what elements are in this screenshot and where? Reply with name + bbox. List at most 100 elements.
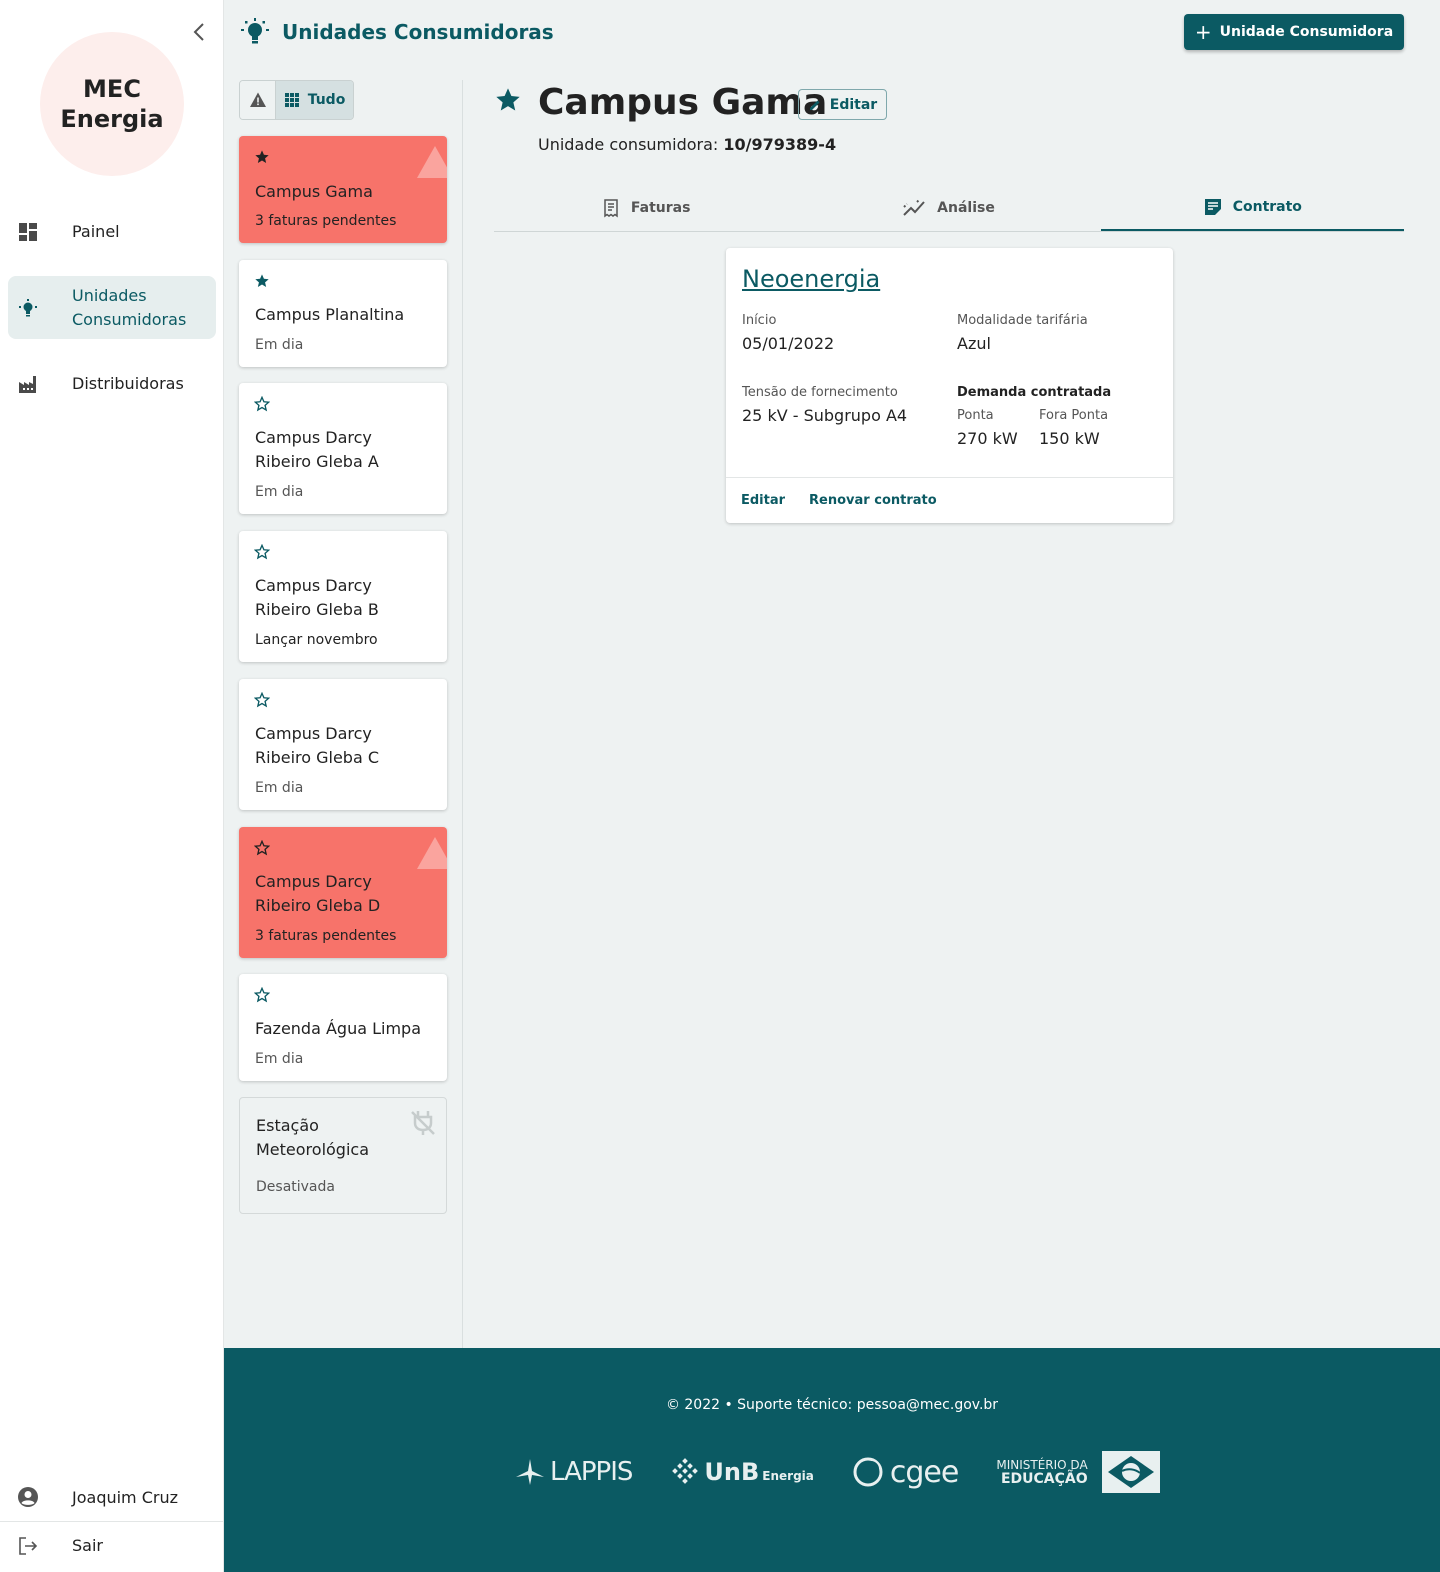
filter-all-label: Tudo	[307, 92, 346, 108]
app-logo: MEC Energia	[40, 32, 184, 176]
unit-card[interactable]: Campus Darcy Ribeiro Gleba D 3 faturas p…	[239, 827, 447, 958]
distributor-link[interactable]: Neoenergia	[742, 265, 880, 293]
unit-status: Em dia	[255, 337, 304, 353]
uc-number: 10/979389-4	[723, 135, 837, 154]
filter-all-button[interactable]: Tudo	[276, 81, 353, 119]
site-footer: © 2022 • Suporte técnico: pessoa@mec.gov…	[224, 1348, 1440, 1572]
lappis-mark-icon	[516, 1459, 544, 1485]
unit-name: Campus Darcy Ribeiro Gleba A	[255, 428, 379, 471]
modality-label: Modalidade tarifária	[957, 313, 1088, 328]
offpeak-value: 150 kW	[1039, 429, 1100, 448]
uc-label: Unidade consumidora:	[538, 135, 719, 154]
unb-text: UnB Energia	[704, 1458, 813, 1486]
edit-unit-button[interactable]: Editar	[798, 89, 887, 120]
star-outline-icon[interactable]	[254, 692, 270, 708]
page-header: Unidades Consumidoras	[240, 16, 554, 48]
warning-icon	[249, 92, 266, 107]
add-consumer-unit-button[interactable]: + Unidade Consumidora	[1184, 14, 1404, 50]
start-value: 05/01/2022	[742, 334, 835, 353]
unit-name: Fazenda Água Limpa	[255, 1019, 422, 1038]
nav-item-unidades-consumidoras[interactable]: Unidades Consumidoras	[8, 276, 216, 339]
star-outline-icon[interactable]	[254, 840, 270, 856]
start-label: Início	[742, 313, 777, 328]
power-off-icon	[408, 1108, 438, 1138]
unb-text-main: UnB	[704, 1458, 760, 1486]
collapse-sidebar-button[interactable]	[188, 20, 212, 44]
tab-analise[interactable]: Análise	[797, 184, 1100, 231]
unit-card[interactable]: Campus Darcy Ribeiro Gleba C Em dia	[239, 679, 447, 810]
tab-contrato-label: Contrato	[1232, 198, 1302, 215]
unit-card-disabled[interactable]: Estação Meteorológica Desativada	[239, 1097, 447, 1214]
renew-contract-button[interactable]: Renovar contrato	[809, 493, 937, 508]
lightbulb-icon	[8, 298, 48, 318]
page-title: Unidades Consumidoras	[282, 20, 554, 44]
add-button-label: Unidade Consumidora	[1219, 24, 1394, 40]
chevron-left-icon	[193, 23, 204, 41]
mec-line-1: MINISTÉRIO DA	[996, 1458, 1088, 1472]
unit-card[interactable]: Fazenda Água Limpa Em dia	[239, 974, 447, 1081]
cgee-mark-icon	[853, 1457, 883, 1487]
unb-text-sub: Energia	[762, 1469, 814, 1483]
logo-line-1: MEC	[83, 75, 141, 103]
star-filled-icon[interactable]	[254, 149, 270, 165]
mec-logo: MINISTÉRIO DA EDUCAÇÃO	[996, 1451, 1160, 1493]
contract-actions: Editar Renovar contrato	[726, 477, 1173, 523]
unit-name: Estação Meteorológica	[256, 1116, 370, 1159]
unit-status: Desativada	[256, 1179, 335, 1195]
tab-faturas[interactable]: Faturas	[494, 184, 797, 231]
factory-icon	[8, 374, 48, 394]
voltage-label: Tensão de fornecimento	[742, 385, 898, 400]
logout-button[interactable]: Sair	[0, 1521, 224, 1569]
mec-line-2: EDUCAÇÃO	[1000, 1471, 1088, 1487]
lappis-text: LAPPIS	[550, 1457, 633, 1487]
unit-card[interactable]: Campus Planaltina Em dia	[239, 260, 447, 367]
nav-item-painel[interactable]: Painel	[8, 212, 216, 252]
modality-value: Azul	[957, 334, 991, 353]
cgee-logo: cgee	[852, 1454, 959, 1490]
unit-status: 3 faturas pendentes	[255, 213, 397, 229]
receipt-icon	[604, 198, 618, 217]
cgee-text: cgee	[889, 1454, 959, 1490]
unit-name: Campus Darcy Ribeiro Gleba D	[255, 872, 381, 915]
partner-logos: LAPPIS UnB Energia cgee MINISTÉRIO DA EDU…	[514, 1451, 1160, 1493]
nav-item-distribuidoras[interactable]: Distribuidoras	[8, 364, 216, 404]
nav-label-unidades: Unidades Consumidoras	[72, 285, 187, 329]
unit-card[interactable]: Campus Darcy Ribeiro Gleba B Lançar nove…	[239, 531, 447, 662]
mec-text: MINISTÉRIO DA EDUCAÇÃO	[996, 1458, 1087, 1486]
logout-icon	[0, 1535, 56, 1557]
nav-label-distribuidoras: Distribuidoras	[72, 374, 184, 393]
unit-status: Em dia	[255, 1051, 304, 1067]
user-profile[interactable]: Joaquim Cruz	[0, 1480, 224, 1514]
pencil-icon	[809, 100, 820, 110]
grid-icon	[284, 93, 299, 107]
edit-contract-button[interactable]: Editar	[741, 493, 785, 508]
sidebar: MEC Energia Painel Unidades Consumidoras …	[0, 0, 224, 1572]
logout-label: Sair	[72, 1536, 103, 1555]
unit-name: Campus Gama	[255, 182, 373, 201]
chart-line-icon	[903, 198, 925, 216]
detail-tabs: Faturas Análise Contrato	[494, 184, 1404, 232]
star-outline-icon[interactable]	[254, 987, 270, 1003]
unit-card[interactable]: Campus Darcy Ribeiro Gleba A Em dia	[239, 383, 447, 514]
contract-card: Neoenergia Início 05/01/2022 Modalidade …	[726, 248, 1173, 523]
tab-analise-label: Análise	[937, 199, 995, 216]
tab-contrato[interactable]: Contrato	[1100, 184, 1404, 231]
voltage-value: 25 kV - Subgrupo A4	[742, 406, 908, 425]
consumer-unit-number: Unidade consumidora: 10/979389-4	[538, 134, 836, 156]
star-outline-icon[interactable]	[254, 396, 270, 412]
star-outline-icon[interactable]	[254, 544, 270, 560]
unit-name: Campus Planaltina	[255, 305, 405, 324]
dashboard-icon	[8, 222, 48, 242]
unit-card[interactable]: Campus Gama 3 faturas pendentes	[239, 136, 447, 243]
lightbulb-icon	[240, 17, 270, 47]
footer-copyright: © 2022 • Suporte técnico: pessoa@mec.gov…	[665, 1397, 999, 1413]
unb-mark-icon	[672, 1458, 699, 1484]
offpeak-label: Fora Ponta	[1039, 408, 1109, 423]
filter-pending-button[interactable]	[240, 81, 276, 119]
logo-line-2: Energia	[60, 105, 164, 133]
account-circle-icon	[0, 1486, 56, 1508]
column-divider	[462, 80, 463, 1348]
star-filled-icon[interactable]	[494, 86, 522, 114]
star-filled-icon[interactable]	[254, 273, 270, 289]
warning-icon	[415, 142, 447, 182]
